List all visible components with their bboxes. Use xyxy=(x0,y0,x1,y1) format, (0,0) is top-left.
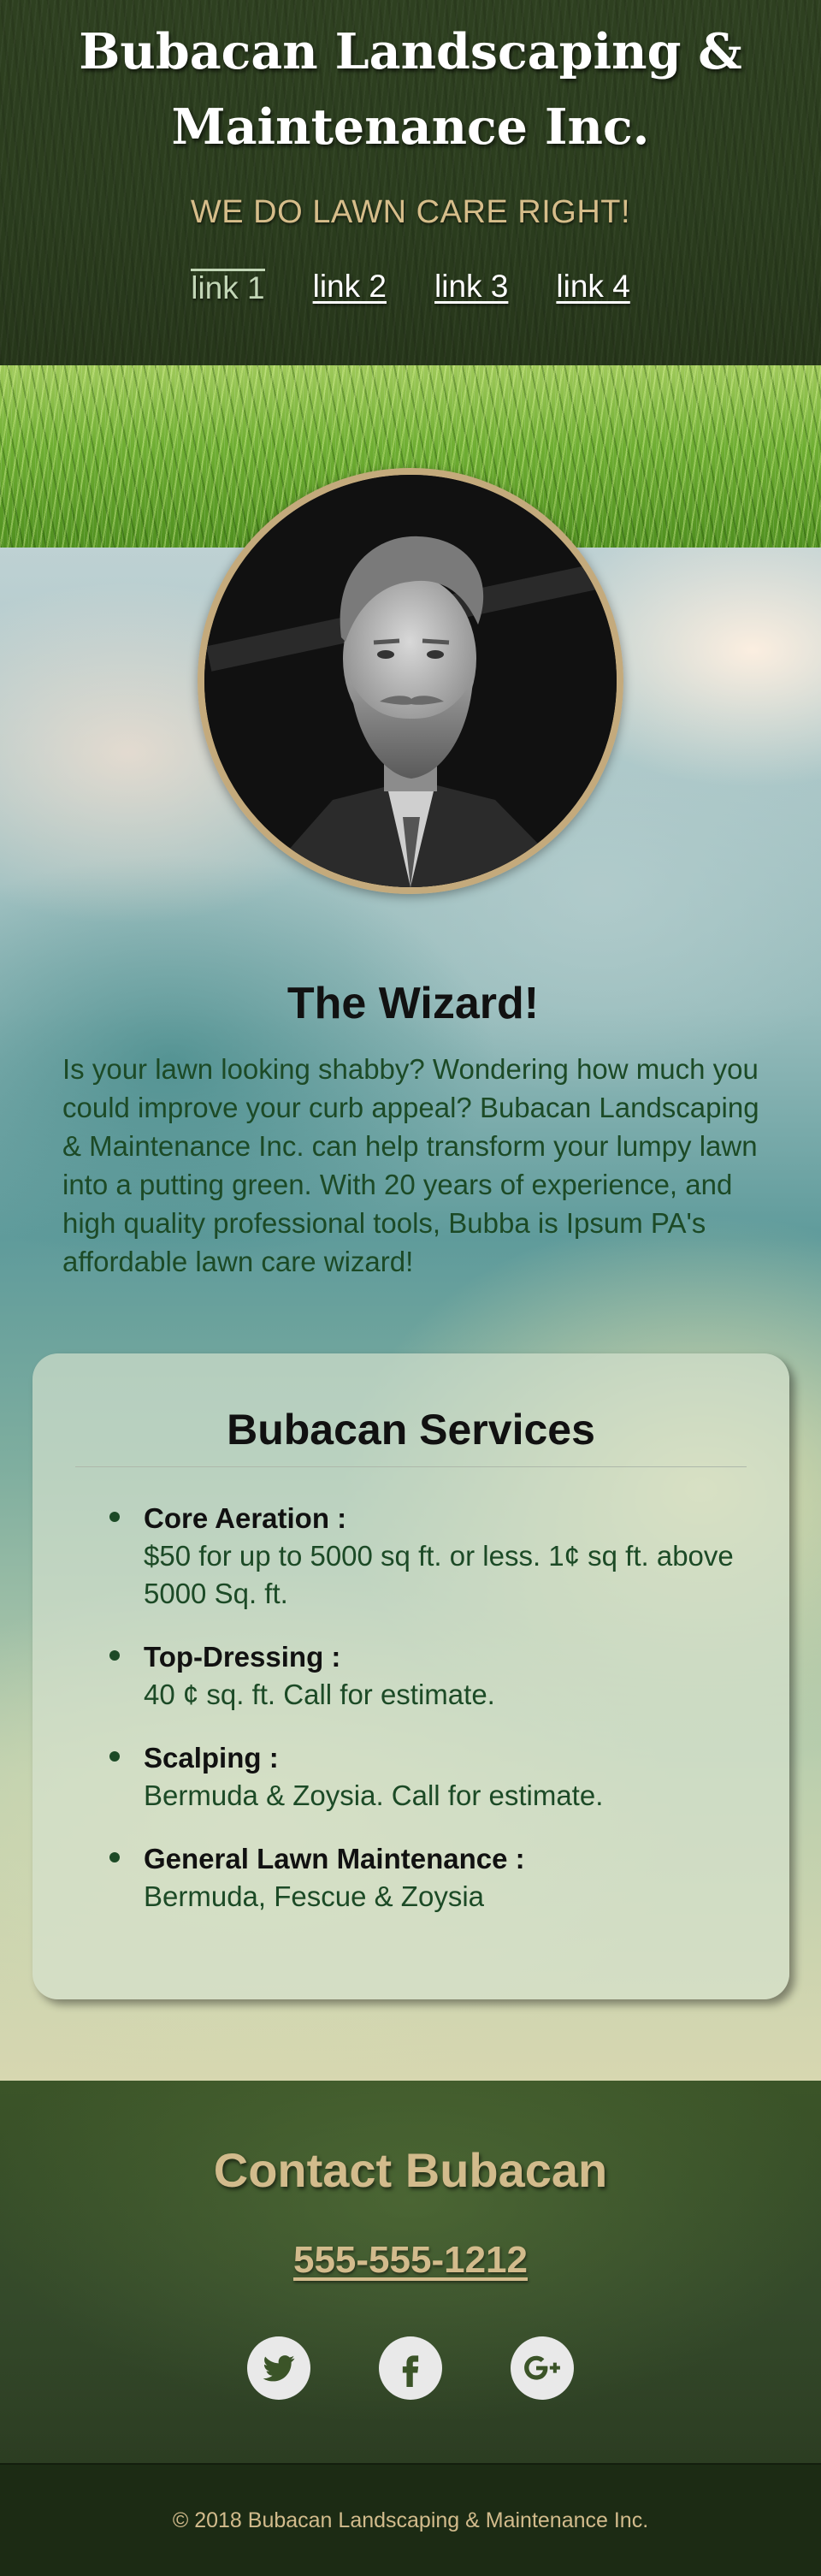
about-section: The Wizard! Is your lawn looking shabby?… xyxy=(62,978,764,1281)
service-item: General Lawn Maintenance : Bermuda, Fesc… xyxy=(109,1840,747,1916)
contact-section: Contact Bubacan 555-555-1212 xyxy=(0,2081,821,2463)
service-name: Scalping : xyxy=(144,1742,279,1774)
nav-link-1[interactable]: link 1 xyxy=(191,269,265,305)
about-text: Is your lawn looking shabby? Wondering h… xyxy=(62,1053,759,1277)
nav-link-2[interactable]: link 2 xyxy=(313,269,387,305)
site-title: Bubacan Landscaping & Maintenance Inc. xyxy=(0,0,821,165)
nav-link-4[interactable]: link 4 xyxy=(556,269,629,305)
service-item: Top-Dressing : 40 ¢ sq. ft. Call for est… xyxy=(109,1638,747,1714)
service-description: 40 ¢ sq. ft. Call for estimate. xyxy=(144,1679,495,1710)
twitter-icon[interactable] xyxy=(247,2336,310,2400)
services-heading: Bubacan Services xyxy=(75,1353,747,1467)
service-item: Core Aeration : $50 for up to 5000 sq ft… xyxy=(109,1500,747,1613)
service-description: $50 for up to 5000 sq ft. or less. 1¢ sq… xyxy=(144,1540,734,1609)
site-footer: © 2018 Bubacan Landscaping & Maintenance… xyxy=(0,2463,821,2576)
nav-link-3[interactable]: link 3 xyxy=(434,269,508,305)
service-item: Scalping : Bermuda & Zoysia. Call for es… xyxy=(109,1739,747,1815)
site-title-line1: Bubacan Landscaping & xyxy=(79,23,742,80)
service-description: Bermuda, Fescue & Zoysia xyxy=(144,1880,484,1912)
site-header: Bubacan Landscaping & Maintenance Inc. W… xyxy=(0,0,821,365)
services-list: Core Aeration : $50 for up to 5000 sq ft… xyxy=(75,1500,747,1916)
service-description: Bermuda & Zoysia. Call for estimate. xyxy=(144,1780,604,1811)
main-content: The Wizard! Is your lawn looking shabby?… xyxy=(0,468,821,2081)
phone-link[interactable]: 555-555-1212 xyxy=(293,2239,528,2282)
main-nav: link 1 link 2 link 3 link 4 xyxy=(0,269,821,305)
tagline: WE DO LAWN CARE RIGHT! xyxy=(190,194,631,230)
wizard-portrait xyxy=(198,468,623,894)
portrait-image xyxy=(204,475,617,887)
google-plus-icon[interactable] xyxy=(511,2336,574,2400)
about-heading: The Wizard! xyxy=(286,979,540,1028)
service-name: Core Aeration : xyxy=(144,1502,347,1534)
site-title-line2: Maintenance Inc. xyxy=(171,98,650,156)
contact-heading: Contact Bubacan xyxy=(213,2143,608,2197)
service-name: General Lawn Maintenance : xyxy=(144,1843,525,1874)
facebook-icon[interactable] xyxy=(379,2336,442,2400)
social-links xyxy=(0,2336,821,2400)
services-card: Bubacan Services Core Aeration : $50 for… xyxy=(32,1353,789,1999)
copyright-text: © 2018 Bubacan Landscaping & Maintenance… xyxy=(172,2508,649,2532)
service-name: Top-Dressing : xyxy=(144,1641,341,1673)
